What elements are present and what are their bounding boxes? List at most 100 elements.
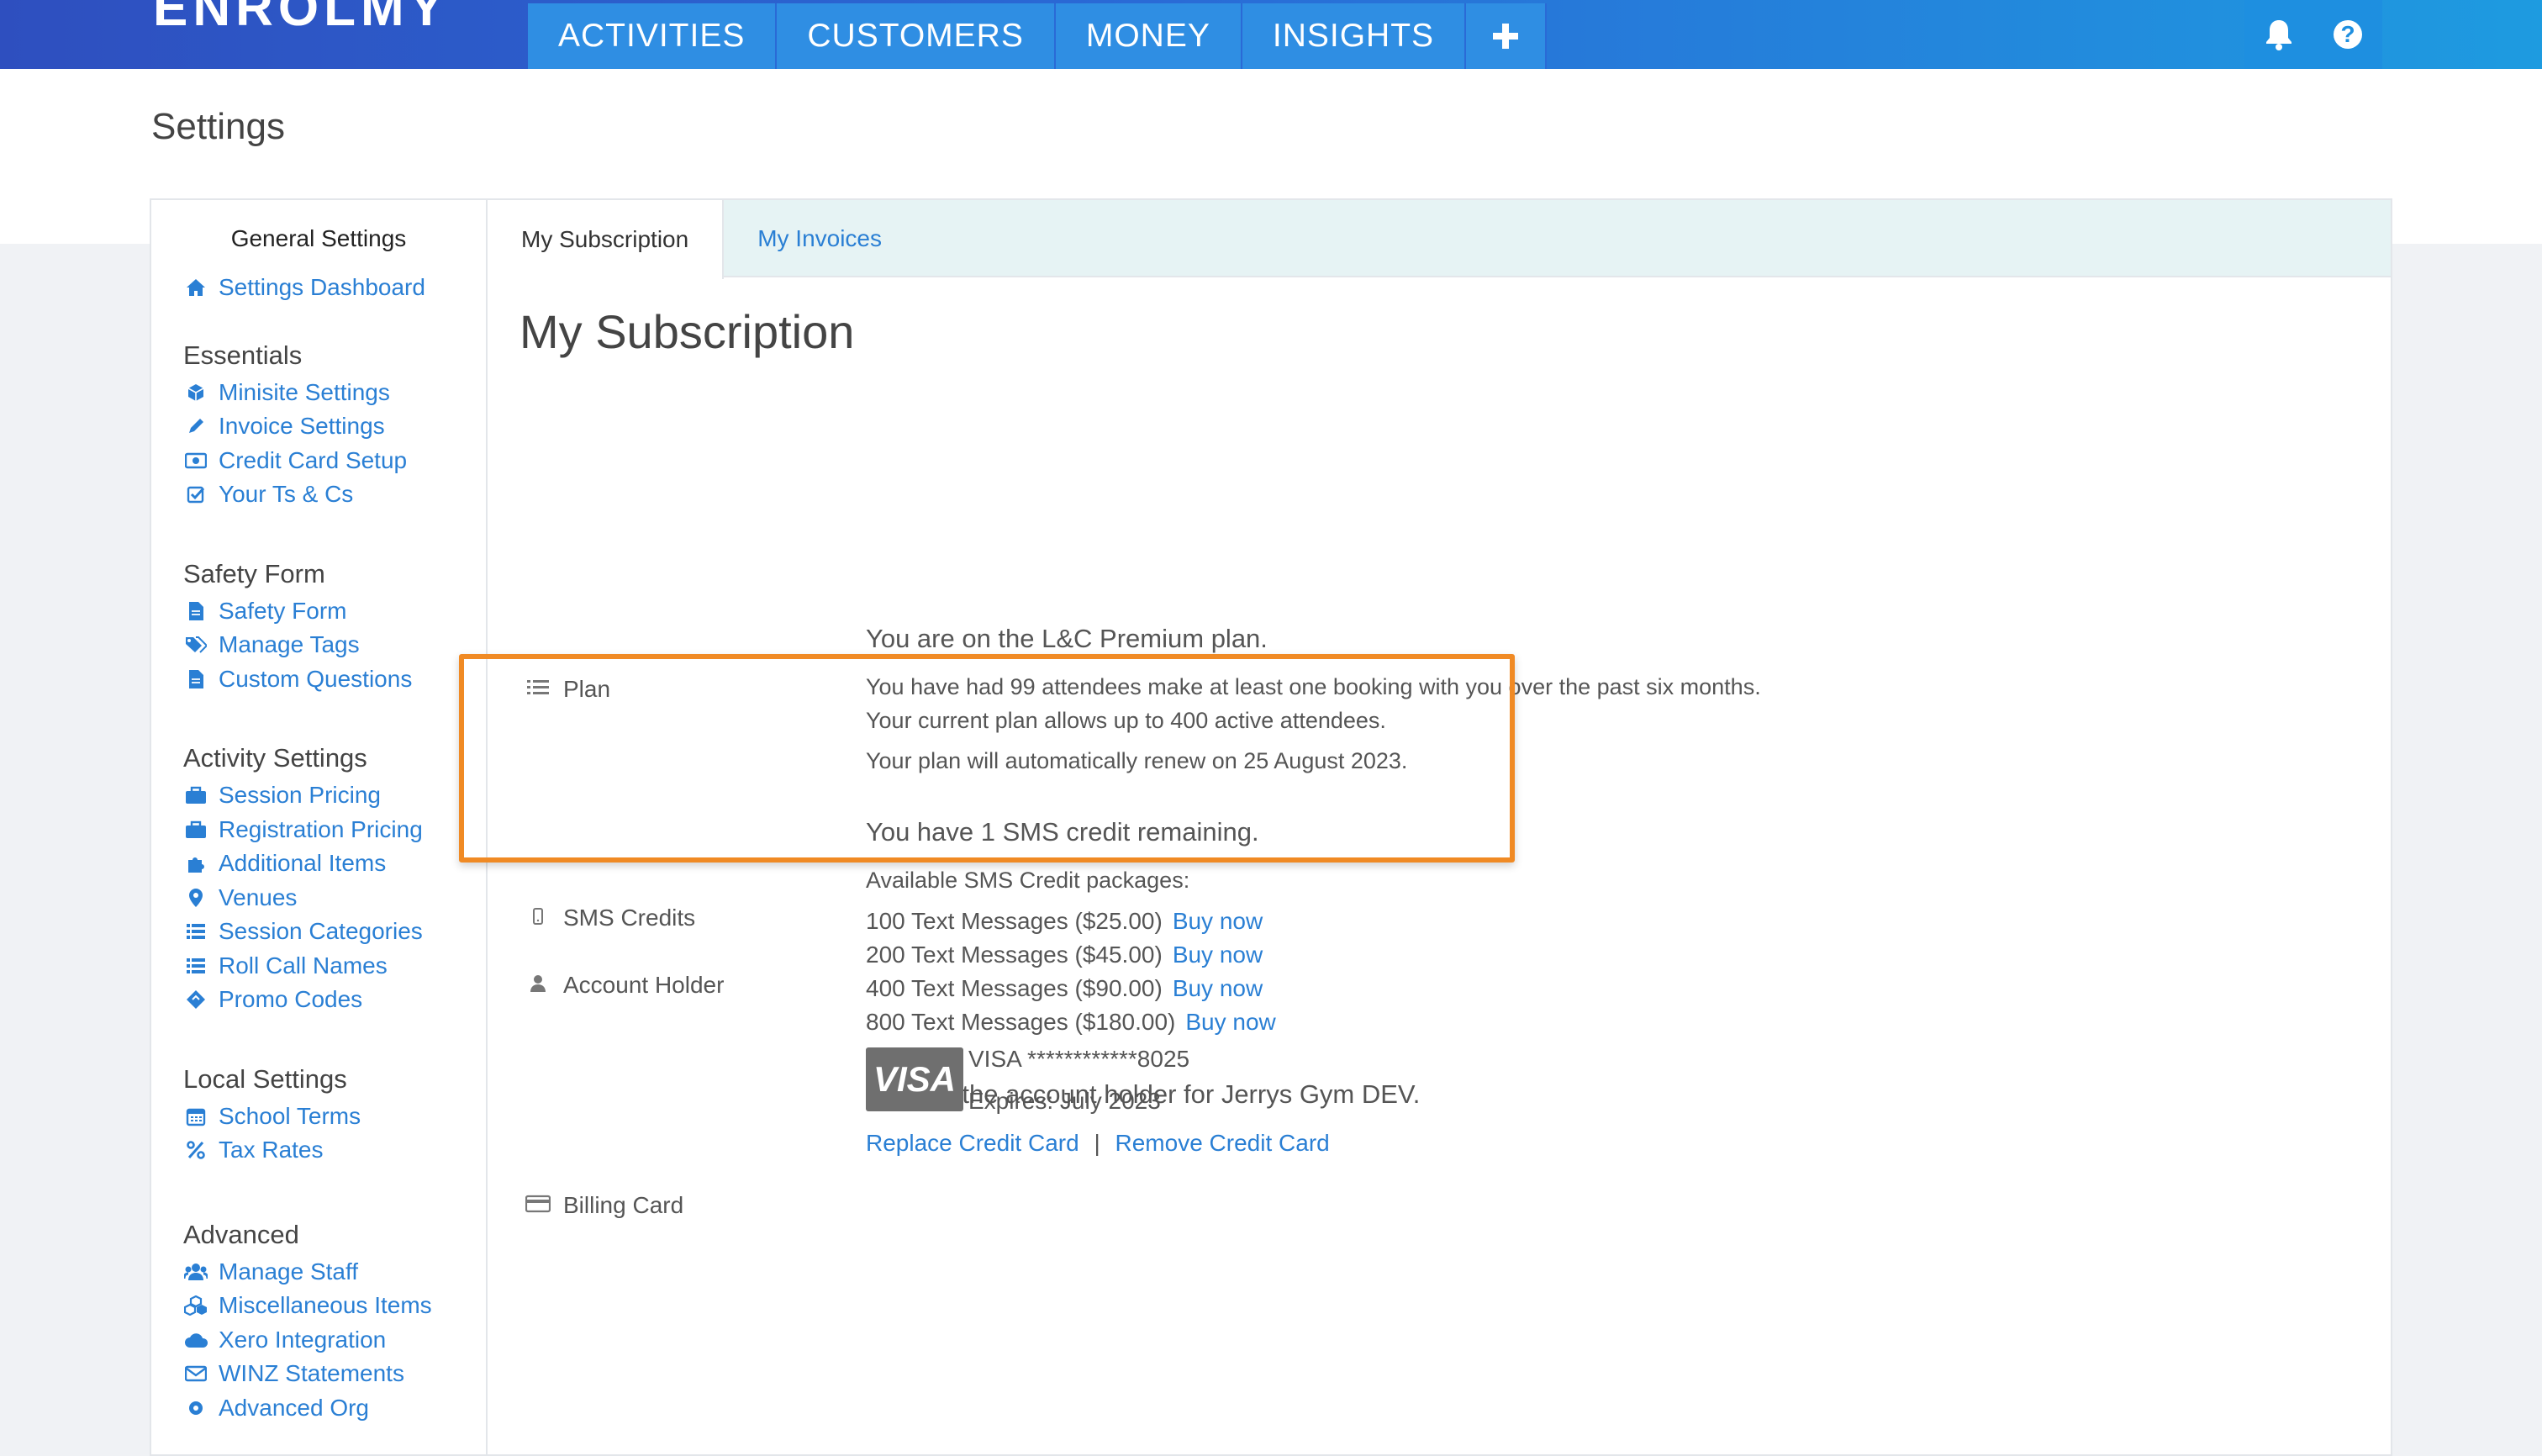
sidebar-item-tax-rates[interactable]: Tax Rates [183, 1133, 486, 1168]
top-icons: ? [2244, 0, 2382, 69]
remove-credit-card-link[interactable]: Remove Credit Card [1115, 1130, 1330, 1156]
sidebar-item-promo-codes[interactable]: Promo Codes [183, 983, 486, 1017]
sidebar-group-title: Local Settings [183, 1063, 347, 1094]
sidebar-header: General Settings [230, 225, 407, 251]
users-icon [183, 1261, 208, 1283]
enrolmy-logo[interactable]: ENROLMY [153, 0, 449, 38]
sidebar-item-label: Manage Tags [219, 631, 360, 658]
sidebar-item-session-categories[interactable]: Session Categories [183, 915, 486, 949]
sms-package-text: 400 Text Messages ($90.00) [866, 975, 1163, 1001]
help-icon[interactable]: ? [2313, 0, 2382, 69]
nav-activities[interactable]: ACTIVITIES [528, 3, 778, 69]
sidebar-item-invoice-settings[interactable]: Invoice Settings [183, 409, 486, 444]
cubes-icon [183, 1295, 208, 1316]
sidebar-item-label: Safety Form [219, 597, 347, 624]
sidebar-group-title: Activity Settings [183, 743, 367, 773]
sidebar-group-title: Safety Form [183, 558, 325, 588]
tab-my-subscription[interactable]: My Subscription [488, 200, 725, 279]
sidebar-item-registration-pricing[interactable]: Registration Pricing [183, 813, 486, 847]
sidebar-item-safety-form[interactable]: Safety Form [183, 594, 486, 629]
sidebar-item-roll-call-names[interactable]: Roll Call Names [183, 949, 486, 984]
sms-credits-highlight-box [459, 654, 1515, 863]
top-navigation-bar: ENROLMY ACTIVITIES CUSTOMERS MONEY INSIG… [0, 0, 2542, 69]
home-icon [183, 277, 208, 298]
sidebar-group-title: Advanced [183, 1219, 299, 1249]
bell-icon[interactable] [2244, 0, 2313, 69]
briefcase-icon [183, 819, 208, 841]
sidebar-item-label: Promo Codes [219, 986, 363, 1013]
sidebar-group-advanced: Advanced Manage Staff Miscellaneous Item… [151, 1220, 486, 1426]
plus-icon[interactable] [1466, 3, 1548, 69]
sms-package-text: 200 Text Messages ($45.00) [866, 942, 1163, 968]
tab-my-invoices[interactable]: My Invoices [724, 200, 915, 277]
sidebar-item-label: Xero Integration [219, 1326, 387, 1353]
briefcase-icon [183, 784, 208, 806]
plan-headline: You are on the L&C Premium plan. [866, 624, 1268, 653]
sidebar-item-settings-dashboard[interactable]: Settings Dashboard [183, 271, 486, 305]
sidebar-item-label: Advanced Org [219, 1394, 369, 1421]
buy-now-link[interactable]: Buy now [1173, 908, 1263, 934]
money-icon [183, 450, 208, 472]
sidebar-item-school-terms[interactable]: School Terms [183, 1100, 486, 1134]
sidebar-group-essentials: Essentials Minisite Settings Invoice Set… [151, 340, 486, 512]
nav-money[interactable]: MONEY [1055, 3, 1242, 69]
page-title: Settings [151, 106, 285, 147]
sidebar-item-session-pricing[interactable]: Session Pricing [183, 778, 486, 813]
sidebar-item-label: Venues [219, 884, 298, 910]
sidebar-item-label: WINZ Statements [219, 1360, 404, 1387]
ticket-icon [183, 989, 208, 1010]
sidebar-item-label: Custom Questions [219, 665, 413, 692]
sidebar-item-label: Miscellaneous Items [219, 1292, 432, 1319]
sidebar-group-local-settings: Local Settings School Terms Tax Rates [151, 1064, 486, 1168]
sidebar-item-miscellaneous-items[interactable]: Miscellaneous Items [183, 1289, 486, 1323]
envelope-icon [183, 1363, 208, 1385]
sidebar-item-credit-card-setup[interactable]: Credit Card Setup [183, 444, 486, 478]
sidebar-item-manage-tags[interactable]: Manage Tags [183, 628, 486, 662]
sidebar-item-your-ts-cs[interactable]: Your Ts & Cs [183, 477, 486, 512]
sms-package-text: 100 Text Messages ($25.00) [866, 908, 1163, 934]
sms-package-row: 100 Text Messages ($25.00) Buy now [866, 908, 1263, 935]
sidebar-item-advanced-org[interactable]: Advanced Org [183, 1391, 486, 1426]
document-icon [183, 600, 208, 622]
sidebar-item-label: Manage Staff [219, 1258, 359, 1285]
section-title: My Subscription [519, 305, 855, 358]
sidebar-item-label: Roll Call Names [219, 952, 388, 979]
nav-customers[interactable]: CUSTOMERS [777, 3, 1056, 69]
calendar-icon [183, 1105, 208, 1127]
sms-credits-label: SMS Credits [525, 905, 695, 931]
subscription-tabs: My Subscription My Invoices [488, 200, 2391, 279]
sidebar-item-xero-integration[interactable]: Xero Integration [183, 1323, 486, 1358]
sidebar-item-venues[interactable]: Venues [183, 881, 486, 915]
buy-now-link[interactable]: Buy now [1173, 975, 1263, 1001]
buy-now-link[interactable]: Buy now [1185, 1009, 1275, 1035]
sidebar-item-label: Settings Dashboard [219, 274, 425, 301]
sidebar-item-additional-items[interactable]: Additional Items [183, 847, 486, 881]
nav-insights[interactable]: INSIGHTS [1242, 3, 1467, 69]
billing-card-label: Billing Card [525, 1192, 683, 1219]
percent-icon [183, 1139, 208, 1161]
help-glyph: ? [2334, 20, 2362, 49]
mobile-phone-icon [525, 905, 551, 931]
replace-credit-card-link[interactable]: Replace Credit Card [866, 1130, 1079, 1156]
sms-packages-title: Available SMS Credit packages: [866, 868, 1190, 893]
map-marker-icon [183, 887, 208, 909]
cloud-icon [183, 1329, 208, 1351]
sidebar-item-winz-statements[interactable]: WINZ Statements [183, 1357, 486, 1391]
checkbox-icon [183, 483, 208, 505]
sidebar-item-label: Session Categories [219, 918, 423, 945]
buy-now-link[interactable]: Buy now [1173, 942, 1263, 968]
sidebar-item-minisite-settings[interactable]: Minisite Settings [183, 376, 486, 410]
settings-sidebar: General Settings Settings Dashboard Esse… [151, 200, 488, 1454]
visa-logo: VISA [866, 1047, 963, 1111]
subscription-panel: My Subscription Plan You are on the L&C … [488, 279, 2391, 1454]
sidebar-item-label: Your Ts & Cs [219, 481, 354, 508]
card-number-text: VISA ************8025 [968, 1046, 1190, 1072]
sidebar-item-label: Minisite Settings [219, 378, 390, 405]
sidebar-group-safety-form: Safety Form Safety Form Manage Tags Cust… [151, 559, 486, 697]
pencil-icon [183, 415, 208, 437]
sidebar-item-manage-staff[interactable]: Manage Staff [183, 1255, 486, 1290]
cube-icon [183, 382, 208, 404]
sidebar-item-label: Credit Card Setup [219, 446, 408, 473]
sidebar-group-activity-settings: Activity Settings Session Pricing Regist… [151, 743, 486, 1017]
sidebar-item-custom-questions[interactable]: Custom Questions [183, 662, 486, 697]
